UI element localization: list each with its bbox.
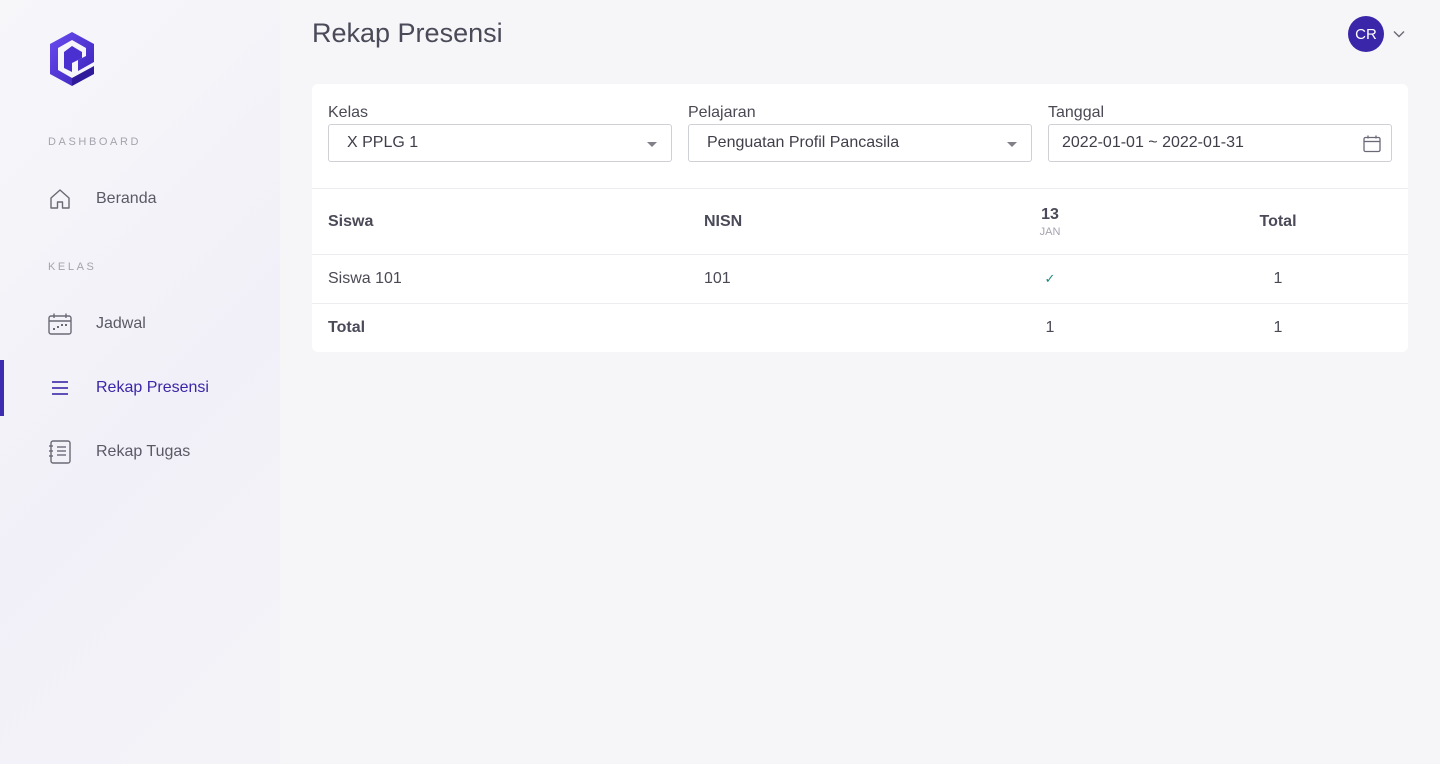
sidebar-item-rekap-presensi[interactable]: Rekap Presensi (0, 360, 280, 416)
filter-kelas: Kelas X PPLG 1 (328, 104, 672, 162)
section-label-dashboard: DASHBOARD (48, 136, 142, 148)
section-label-kelas: KELAS (48, 261, 97, 273)
filter-label: Tanggal (1048, 104, 1105, 121)
check-icon: ✓ (1044, 271, 1056, 286)
cell-total: 1 (1273, 270, 1283, 287)
calendar-icon (48, 312, 72, 336)
table-header-row: Siswa NISN 13 JAN Total (312, 188, 1408, 254)
caret-down-icon (1007, 142, 1017, 147)
sidebar: DASHBOARD Beranda KELAS Jadwal Rekap Pre… (0, 0, 280, 764)
home-icon (48, 187, 72, 211)
filter-label: Kelas (328, 104, 369, 121)
notebook-icon (48, 440, 72, 464)
column-header-total: Total (1259, 212, 1297, 230)
cell-siswa: Siswa 101 (328, 270, 402, 287)
sidebar-item-jadwal[interactable]: Jadwal (0, 296, 280, 352)
date-range-picker[interactable]: 2022-01-01 ~ 2022-01-31 (1048, 124, 1392, 162)
footer-date-total: 1 (1045, 319, 1055, 336)
chevron-down-icon[interactable] (1392, 27, 1406, 41)
calendar-icon[interactable] (1363, 135, 1381, 153)
sidebar-item-label: Jadwal (96, 315, 146, 332)
table-row: Siswa 101 101 ✓ 1 (312, 254, 1408, 303)
list-icon (48, 376, 72, 400)
app-logo[interactable] (48, 32, 96, 86)
cell-nisn: 101 (704, 270, 731, 287)
filter-label: Pelajaran (688, 104, 756, 121)
column-header-siswa: Siswa (328, 212, 374, 230)
footer-label: Total (328, 319, 366, 336)
sidebar-item-rekap-tugas[interactable]: Rekap Tugas (0, 424, 280, 480)
sidebar-item-beranda[interactable]: Beranda (0, 171, 280, 227)
filter-tanggal: Tanggal 2022-01-01 ~ 2022-01-31 (1048, 104, 1392, 162)
date-day: 13 (1041, 205, 1059, 223)
sidebar-item-label: Beranda (96, 190, 157, 207)
filter-pelajaran: Pelajaran Penguatan Profil Pancasila (688, 104, 1032, 162)
rekap-card: Kelas X PPLG 1 Pelajaran Penguatan Profi… (312, 84, 1408, 352)
avatar[interactable]: CR (1348, 16, 1384, 52)
sidebar-item-label: Rekap Tugas (96, 443, 191, 460)
select-value: Penguatan Profil Pancasila (707, 134, 900, 151)
page-title: Rekap Presensi (312, 18, 503, 48)
column-header-nisn: NISN (704, 212, 743, 230)
column-header-date: 13 JAN (1010, 189, 1090, 254)
select-value: X PPLG 1 (347, 134, 419, 151)
table-footer-row: Total 1 1 (312, 303, 1408, 352)
date-month: JAN (1039, 225, 1061, 238)
caret-down-icon (647, 142, 657, 147)
footer-total: 1 (1273, 319, 1283, 336)
pelajaran-select[interactable]: Penguatan Profil Pancasila (688, 124, 1032, 162)
kelas-select[interactable]: X PPLG 1 (328, 124, 672, 162)
date-range-value: 2022-01-01 ~ 2022-01-31 (1062, 134, 1244, 151)
sidebar-item-label: Rekap Presensi (96, 379, 209, 396)
